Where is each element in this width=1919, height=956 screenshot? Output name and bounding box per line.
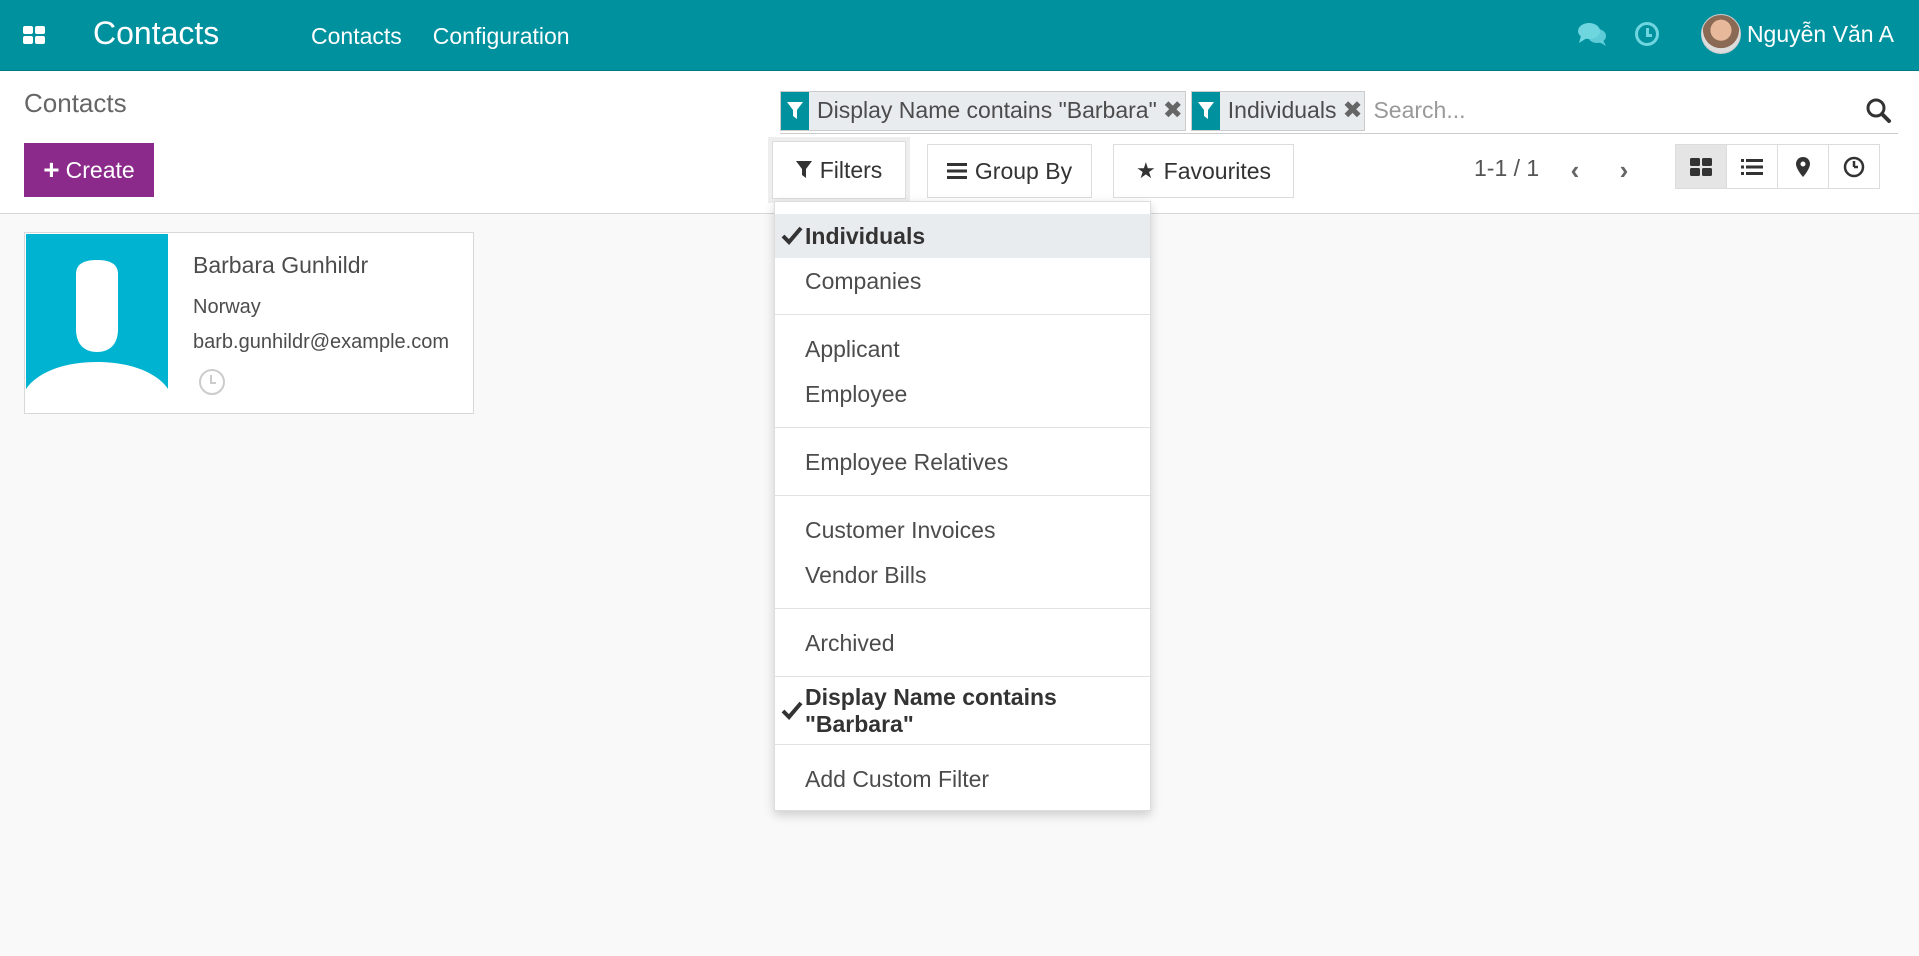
systray: Nguyễn Văn A — [1577, 14, 1894, 54]
check-icon — [781, 226, 803, 245]
filter-option-label: Add Custom Filter — [805, 765, 990, 792]
filters-label: Filters — [819, 156, 883, 183]
search-input[interactable] — [1370, 97, 1864, 124]
pager-value[interactable]: 1-1 / 1 — [1474, 155, 1539, 182]
plus-icon: + — [43, 154, 60, 185]
contact-placeholder-avatar — [26, 234, 168, 412]
pager-next-icon[interactable]: › — [1612, 155, 1636, 185]
list-view-button[interactable] — [1726, 144, 1778, 189]
kanban-view-button[interactable] — [1675, 144, 1727, 189]
filter-option-customer-invoices[interactable]: Customer Invoices — [775, 508, 1150, 552]
group-by-label: Group By — [974, 157, 1073, 184]
favourites-label: Favourites — [1163, 157, 1272, 184]
clock-icon — [1843, 156, 1865, 177]
filter-option-employee[interactable]: Employee — [775, 372, 1150, 416]
filter-option-label: Archived — [805, 629, 895, 656]
user-name[interactable]: Nguyễn Văn A — [1747, 21, 1894, 48]
facet-remove-icon[interactable]: ✖ — [1163, 96, 1185, 125]
check-icon — [781, 701, 803, 720]
control-panel: Contacts + Create Display Name contains … — [0, 71, 1919, 214]
dropdown-divider — [775, 427, 1150, 428]
dropdown-divider — [775, 608, 1150, 609]
filter-icon — [795, 161, 812, 178]
view-switcher — [1675, 144, 1880, 189]
main-menu: Contacts Configuration — [311, 23, 570, 50]
group-by-button[interactable]: Group By — [927, 144, 1092, 198]
top-navbar: Contacts Contacts Configuration Nguyễn V… — [0, 0, 1919, 71]
filter-option-label: Individuals — [805, 222, 926, 249]
facet-remove-icon[interactable]: ✖ — [1342, 96, 1364, 125]
filter-option-individuals[interactable]: Individuals — [775, 214, 1150, 258]
filter-option-display-name-barbara[interactable]: Display Name contains "Barbara" — [775, 684, 1150, 737]
map-view-button[interactable] — [1777, 144, 1829, 189]
favourites-button[interactable]: ★ Favourites — [1113, 144, 1294, 198]
menu-contacts[interactable]: Contacts — [311, 23, 402, 50]
kanban-card[interactable]: Barbara Gunhildr Norway barb.gunhildr@ex… — [24, 232, 474, 414]
star-icon: ★ — [1135, 158, 1156, 183]
contact-email: barb.gunhildr@example.com — [193, 331, 449, 353]
kanban-icon — [1690, 157, 1712, 176]
search-facet-display-name: Display Name contains "Barbara" ✖ — [780, 90, 1186, 131]
bars-icon — [946, 163, 967, 179]
filter-option-label: Customer Invoices — [805, 516, 996, 543]
dropdown-divider — [775, 676, 1150, 677]
search-facet-individuals: Individuals ✖ — [1190, 90, 1366, 131]
contact-country: Norway — [193, 296, 261, 318]
filter-option-archived[interactable]: Archived — [775, 621, 1150, 665]
filters-dropdown: Individuals Companies Applicant Employee… — [774, 201, 1151, 811]
chat-icon[interactable] — [1577, 21, 1607, 47]
filter-option-label: Employee — [805, 380, 908, 407]
contact-name: Barbara Gunhildr — [193, 252, 369, 278]
filter-option-label: Vendor Bills — [805, 561, 927, 588]
filter-option-label: Applicant — [805, 335, 900, 362]
add-custom-filter-button[interactable]: Add Custom Filter — [775, 757, 1150, 801]
dropdown-divider — [775, 744, 1150, 745]
search-bar: Display Name contains "Barbara" ✖ Indivi… — [780, 88, 1898, 134]
filter-option-label: Display Name contains "Barbara" — [805, 684, 1057, 737]
activity-view-button[interactable] — [1828, 144, 1880, 189]
filter-option-vendor-bills[interactable]: Vendor Bills — [775, 553, 1150, 597]
filter-option-label: Companies — [805, 267, 922, 294]
filter-option-applicant[interactable]: Applicant — [775, 327, 1150, 371]
create-button-label: Create — [65, 156, 135, 183]
activity-clock-icon[interactable] — [1634, 22, 1659, 46]
dropdown-divider — [775, 495, 1150, 496]
user-avatar[interactable] — [1700, 14, 1741, 54]
filters-button[interactable]: Filters — [772, 141, 906, 199]
search-icon[interactable] — [1864, 96, 1894, 126]
activity-clock-icon[interactable] — [199, 369, 225, 395]
list-icon — [1741, 158, 1763, 175]
pager-previous-icon[interactable]: ‹ — [1563, 155, 1587, 185]
breadcrumb: Contacts — [24, 88, 127, 118]
app-title[interactable]: Contacts — [93, 15, 219, 52]
filter-icon — [1191, 91, 1220, 130]
map-marker-icon — [1796, 156, 1810, 177]
apps-menu-icon[interactable] — [23, 26, 45, 44]
filter-option-label: Employee Relatives — [805, 448, 1009, 475]
filter-option-employee-relatives[interactable]: Employee Relatives — [775, 440, 1150, 484]
dropdown-divider — [775, 314, 1150, 315]
filter-icon — [781, 91, 809, 130]
filter-option-companies[interactable]: Companies — [775, 259, 1150, 303]
create-button[interactable]: + Create — [24, 143, 154, 197]
facet-label: Display Name contains "Barbara" — [817, 97, 1157, 123]
facet-label: Individuals — [1227, 97, 1337, 123]
menu-configuration[interactable]: Configuration — [433, 23, 570, 50]
